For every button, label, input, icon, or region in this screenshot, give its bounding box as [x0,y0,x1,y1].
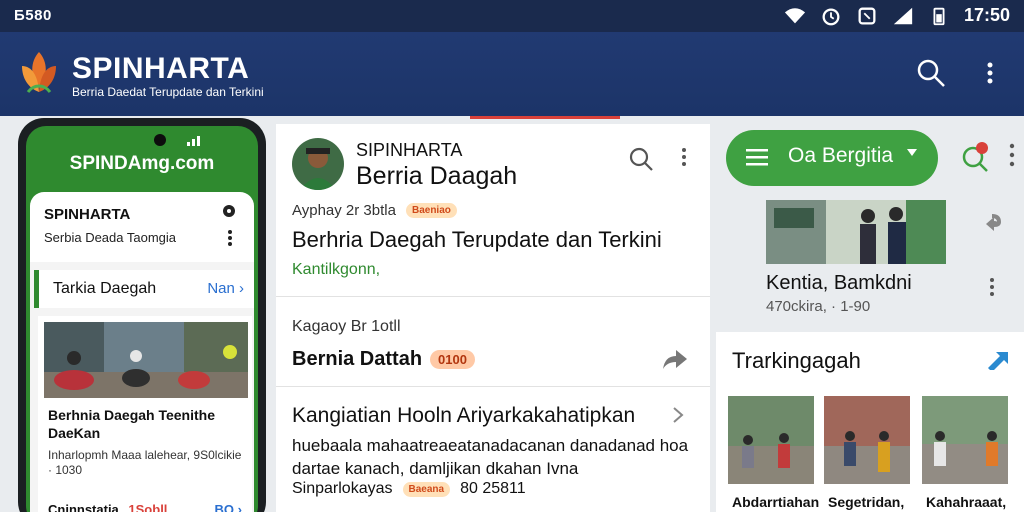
more-options-icon[interactable] [980,58,1000,88]
alarm-icon [822,7,840,25]
story-photo [44,322,248,398]
app-tagline: Berria Daedat Terupdate dan Terkini [72,85,264,99]
post-tag-link[interactable]: Kantilkgonn, [292,261,380,279]
post-meta-text: Ayphay 2r 3btla [292,202,396,219]
story-meta: Kagaoy Br 1otll [292,318,401,335]
status-bar: Ƃ580 17:50 [0,0,1024,32]
article-date: 80 25811 [460,480,526,497]
article-title[interactable]: Kangiatian Hooln Ariyarkakahatipkan [292,404,635,428]
phone-more-icon[interactable] [226,228,234,248]
post-headline[interactable]: Berhria Daegah Terupdate dan Terkini [292,227,662,253]
phone-story-card[interactable]: Berhnia Daegah Teenithe DaeKan Inharlopm… [38,316,252,512]
phone-story-footer: Cninnstatia, 1Sobll BO › [48,502,244,512]
trending-box: Trarkingagah Abdarrtiahan Segetridan, Ka… [716,332,1024,512]
author-subtitle: Berria Daagah [356,162,518,190]
side-story-meta: 470ckira, · 1-90 [766,298,871,315]
trending-thumb-label: Kahahraaat, [926,494,1007,510]
status-time: 17:50 [963,5,1010,25]
app-header: SPINHARTA Berria Daedat Terupdate dan Te… [0,32,1024,116]
signal-icon [893,7,913,24]
side-story-title[interactable]: Kentia, Bamkdni [766,272,912,295]
category-label: Oa Bergitia [788,144,894,167]
story-title-row[interactable]: Bernia Dattah 0100 [292,348,475,371]
feed-more-icon[interactable] [680,146,688,168]
trending-title: Trarkingagah [732,348,861,373]
phone-mockup: SPINDAmg.com SPINHARTA Serbia Deada Taom… [18,118,266,512]
trending-arrow-icon[interactable] [986,350,1010,370]
trending-thumb-label: Segetridan, [828,494,905,510]
menu-icon[interactable] [746,148,768,166]
camera-icon [154,134,166,146]
phone-footer-count: 1Sobll [128,502,168,512]
article-body: huebaala mahaatreaeatanadacanan danadana… [292,436,689,478]
phone-footer-label: Cninnstatia, [48,502,123,512]
article-footer: Sinparlokayas Baeana 80 25811 [292,480,526,498]
status-icons: 17:50 [784,5,1010,26]
status-left-text: Ƃ580 [14,7,52,24]
article-badge: Baeana [402,481,451,497]
chevron-right-icon[interactable] [672,406,684,424]
phone-section-label: Tarkia Daegah [53,280,157,297]
reply-icon[interactable] [982,212,1002,232]
post-meta: Ayphay 2r 3btla Baeniao [292,202,457,219]
nfc-icon [858,7,876,24]
story-title: Bernia Dattah [292,348,423,370]
divider [276,296,710,297]
story-photo[interactable] [766,200,946,264]
battery-icon [933,7,945,25]
notification-search-icon[interactable] [960,140,990,174]
wifi-icon [784,7,806,23]
header-accent-line [470,116,620,119]
author-name: SIPINHARTA [356,140,463,160]
trending-thumb[interactable] [824,396,910,484]
phone-signal-icon [187,136,200,146]
phone-story-headline: Berhnia Daegah Teenithe DaeKan [48,407,216,441]
phone-site-title: SPINDAmg.com [69,153,215,174]
feed-search-icon[interactable] [628,146,654,172]
story-badge: 0100 [430,350,475,369]
phone-app-header: SPINHARTA Serbia Deada Taomgia [30,192,254,262]
trending-thumb[interactable] [728,396,814,484]
right-more-icon[interactable] [1008,142,1016,168]
app-brand: SPINHARTA [72,52,250,85]
phone-section-header[interactable]: Tarkia Daegah Nan › [34,270,254,308]
chevron-down-icon [907,149,917,156]
trending-thumb-label: Abdarrtiahan [732,494,820,510]
post-badge: Baeniao [405,203,457,218]
divider [276,386,710,387]
phone-card-title: SPINHARTA [44,206,131,223]
search-icon[interactable] [916,58,946,88]
side-story-more-icon[interactable] [988,276,996,298]
phone-section-link[interactable]: Nan › [207,280,244,297]
phone-story-desc: Inharlopmh Maaa lalehear, 9S0lcikie · 10… [48,448,242,477]
main-feed: SIPINHARTA Berria Daagah Ayphay 2r 3btla… [276,124,710,512]
phone-card-subtitle: Serbia Deada Taomgia [44,230,177,245]
brand-logo-icon [22,52,56,93]
view-icon[interactable] [220,204,238,218]
avatar[interactable] [292,138,344,190]
phone-feed: Tarkia Daegah Nan › Berhnia Daegah Teeni… [30,262,254,512]
share-icon[interactable] [662,348,688,370]
category-dropdown[interactable]: Oa Bergitia [726,130,938,186]
article-source: Sinparlokayas [292,480,393,497]
trending-thumb[interactable] [922,396,1008,484]
phone-footer-link[interactable]: BO › [215,502,242,512]
phone-screen: SPINDAmg.com SPINHARTA Serbia Deada Taom… [26,126,258,512]
